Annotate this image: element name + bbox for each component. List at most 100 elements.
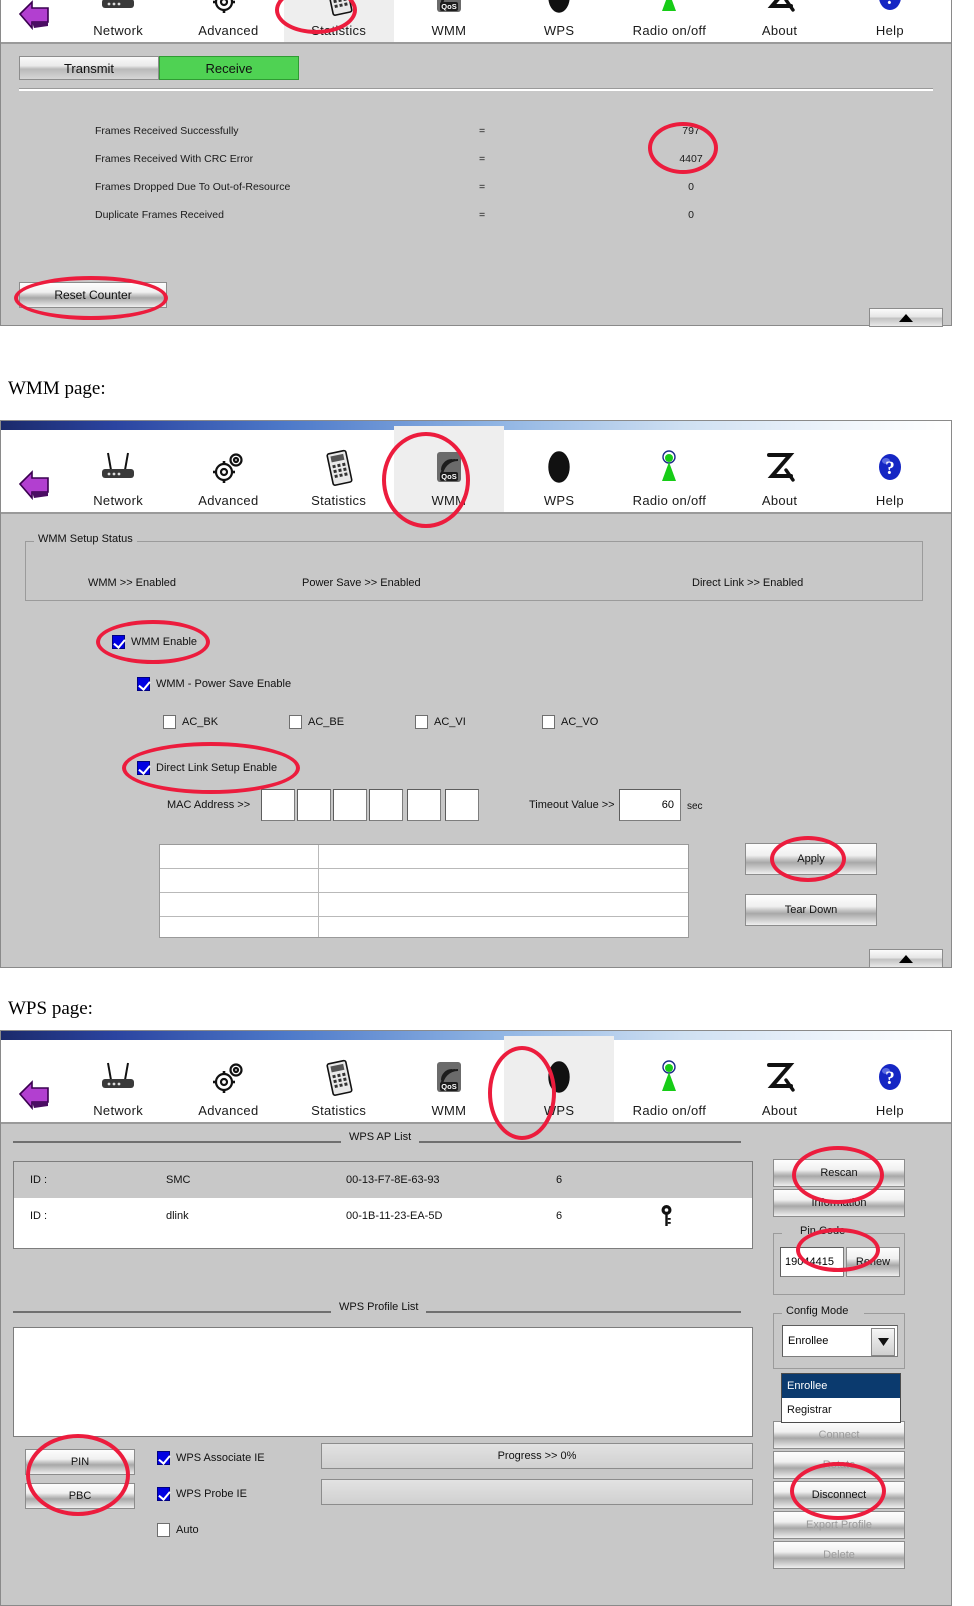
toolbar-item-advanced[interactable]: Advanced — [173, 426, 283, 512]
wps-probe-ie-checkbox[interactable] — [157, 1487, 170, 1501]
mac-octet-input-4[interactable] — [369, 789, 403, 821]
scroll-up-button[interactable] — [869, 949, 943, 968]
wps-associate-ie-row[interactable]: WPS Associate IE — [157, 1451, 265, 1465]
toolbar-item-advanced[interactable]: Advanced — [173, 0, 283, 42]
router-icon — [97, 1055, 139, 1101]
mac-octet-input-2[interactable] — [297, 789, 331, 821]
auto-checkbox[interactable] — [157, 1523, 170, 1537]
wmm-power-save-checkbox[interactable] — [137, 677, 150, 691]
apply-button[interactable]: Apply — [745, 843, 877, 875]
pin-code-value[interactable]: 19044415 — [780, 1247, 844, 1277]
config-mode-select[interactable]: Enrollee — [782, 1325, 898, 1357]
renew-button[interactable]: Renew — [846, 1247, 900, 1277]
toolbar-item-radio[interactable]: Radio on/off — [614, 426, 724, 512]
ac-bk-checkbox[interactable] — [163, 715, 176, 729]
toolbar-item-network[interactable]: Network — [63, 426, 173, 512]
pbc-button[interactable]: PBC — [25, 1483, 135, 1509]
home-button[interactable] — [7, 1036, 63, 1122]
toolbar-item-wps[interactable]: WPS — [504, 1036, 615, 1122]
toolbar-item-network[interactable]: Network — [63, 0, 173, 42]
config-mode-dropdown[interactable]: Enrollee Registrar — [781, 1373, 901, 1423]
wps-ap-list[interactable]: ID : SMC 00-13-F7-8E-63-93 6 ID : dlink … — [13, 1161, 753, 1249]
mac-octet-input-6[interactable] — [445, 789, 479, 821]
disconnect-button[interactable]: Disconnect — [773, 1481, 905, 1509]
mac-octet-input-3[interactable] — [333, 789, 367, 821]
toolbar-item-wmm[interactable]: QoS WMM — [394, 1036, 504, 1122]
wps-probe-ie-row[interactable]: WPS Probe IE — [157, 1487, 247, 1501]
pin-button[interactable]: PIN — [25, 1449, 135, 1475]
about-icon — [759, 1055, 801, 1101]
toolbar-label: Statistics — [311, 23, 367, 38]
ac-be-row[interactable]: AC_BE — [289, 715, 344, 729]
ac-vi-row[interactable]: AC_VI — [415, 715, 466, 729]
toolbar-label: Statistics — [311, 493, 367, 508]
toolbar-wmm: Network Advanced Statistics QoS WMM WPS — [1, 426, 951, 514]
toolbar-label: About — [761, 23, 798, 38]
toolbar-item-about[interactable]: About — [725, 0, 835, 42]
config-option-enrollee[interactable]: Enrollee — [782, 1374, 900, 1398]
calculator-icon — [318, 1055, 360, 1101]
gears-icon — [207, 445, 249, 491]
wmm-enable-checkbox[interactable] — [112, 635, 125, 649]
tear-down-button[interactable]: Tear Down — [745, 894, 877, 926]
toolbar-item-wmm[interactable]: QoS WMM — [394, 0, 504, 42]
antenna-icon — [648, 1055, 690, 1101]
toolbar-item-radio[interactable]: Radio on/off — [614, 1036, 724, 1122]
direct-link-setup-checkbox[interactable] — [137, 761, 150, 775]
table-row[interactable]: ID : SMC 00-13-F7-8E-63-93 6 — [14, 1162, 752, 1198]
mac-octet-input-1[interactable] — [261, 789, 295, 821]
ac-bk-row[interactable]: AC_BK — [163, 715, 218, 729]
timeout-value-input[interactable]: 60 — [619, 789, 681, 821]
reset-counter-button[interactable]: Reset Counter — [19, 282, 167, 308]
toolbar-item-wmm[interactable]: QoS WMM — [393, 426, 504, 512]
delete-button[interactable]: Delete — [773, 1541, 905, 1569]
toolbar-item-help[interactable]: ? Help — [835, 1036, 945, 1122]
triangle-up-icon — [899, 313, 913, 322]
toolbar-item-radio[interactable]: Radio on/off — [614, 0, 724, 42]
toolbar-label: Radio on/off — [632, 493, 707, 508]
chevron-down-icon[interactable] — [871, 1328, 895, 1356]
wps-profile-list[interactable] — [13, 1327, 753, 1437]
toolbar-item-help[interactable]: ? Help — [835, 426, 945, 512]
help-icon: ? — [869, 0, 911, 21]
home-button[interactable] — [7, 426, 63, 512]
tab-receive[interactable]: Receive — [159, 56, 299, 80]
ac-be-checkbox[interactable] — [289, 715, 302, 729]
auto-row[interactable]: Auto — [157, 1523, 199, 1537]
wps-associate-ie-checkbox[interactable] — [157, 1451, 170, 1465]
antenna-icon — [648, 445, 690, 491]
scroll-up-button[interactable] — [869, 308, 943, 327]
toolbar-item-statistics[interactable]: Statistics — [283, 0, 394, 42]
table-row[interactable]: ID : dlink 00-1B-11-23-EA-5D 6 — [14, 1198, 752, 1234]
ac-vi-checkbox[interactable] — [415, 715, 428, 729]
timeout-label: Timeout Value >> — [529, 799, 615, 811]
config-option-registrar[interactable]: Registrar — [782, 1398, 900, 1422]
ac-vo-row[interactable]: AC_VO — [542, 715, 598, 729]
toolbar-item-wps[interactable]: WPS — [504, 0, 614, 42]
wmm-power-save-row[interactable]: WMM - Power Save Enable — [137, 677, 291, 691]
toolbar-item-wps[interactable]: WPS — [504, 426, 614, 512]
ap-ssid: dlink — [166, 1210, 189, 1222]
tab-transmit[interactable]: Transmit — [19, 56, 159, 80]
toolbar-item-help[interactable]: ? Help — [835, 0, 945, 42]
toolbar-item-statistics[interactable]: Statistics — [284, 1036, 394, 1122]
direct-link-setup-row[interactable]: Direct Link Setup Enable — [137, 761, 277, 775]
toolbar-item-statistics[interactable]: Statistics — [284, 426, 394, 512]
ac-vo-checkbox[interactable] — [542, 715, 555, 729]
rotate-button[interactable]: Rotate — [773, 1451, 905, 1479]
connect-button[interactable]: Connect — [773, 1421, 905, 1449]
export-profile-button[interactable]: Export Profile — [773, 1511, 905, 1539]
toolbar-item-advanced[interactable]: Advanced — [173, 1036, 283, 1122]
caption-wps: WPS page: — [8, 998, 93, 1019]
information-button[interactable]: Information — [773, 1189, 905, 1217]
toolbar-label: Radio on/off — [632, 23, 707, 38]
toolbar-item-about[interactable]: About — [725, 426, 835, 512]
toolbar-item-network[interactable]: Network — [63, 1036, 173, 1122]
wmm-enable-row[interactable]: WMM Enable — [112, 635, 197, 649]
direct-link-table[interactable] — [159, 844, 689, 938]
mac-octet-input-5[interactable] — [407, 789, 441, 821]
home-button[interactable] — [7, 0, 63, 42]
rescan-button[interactable]: Rescan — [773, 1159, 905, 1187]
toolbar-item-about[interactable]: About — [725, 1036, 835, 1122]
config-mode-group-label: Config Mode — [782, 1305, 853, 1317]
